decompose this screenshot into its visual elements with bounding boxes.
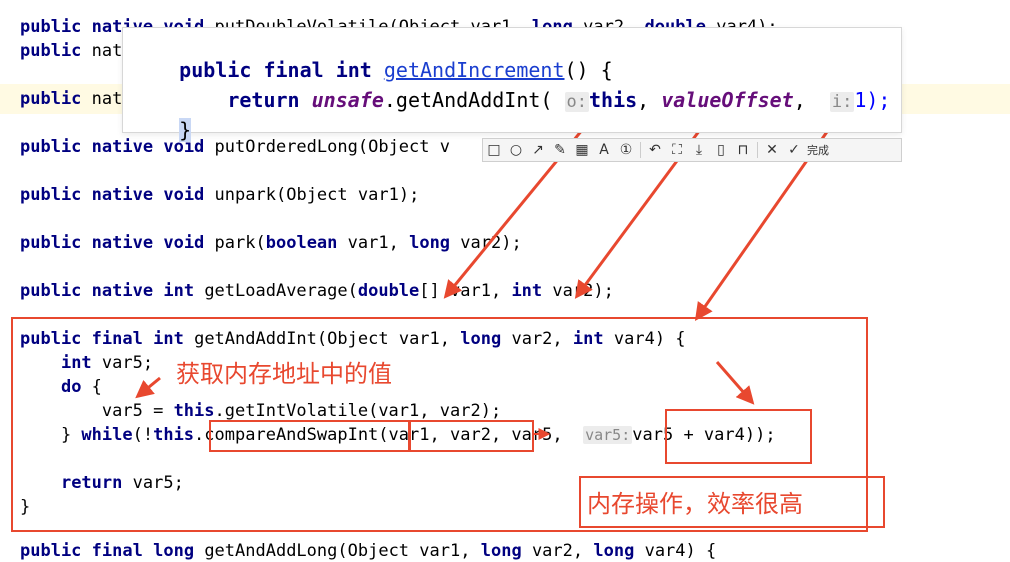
text-icon[interactable]: A bbox=[593, 139, 615, 161]
arrow-var4 bbox=[715, 361, 755, 405]
bookmark-icon[interactable]: ⊓ bbox=[732, 139, 754, 161]
download-icon[interactable]: ⤓ bbox=[688, 139, 710, 161]
toolbar-divider bbox=[757, 142, 758, 158]
pen-icon[interactable]: ✎ bbox=[549, 139, 571, 161]
popup-text: } bbox=[179, 118, 192, 142]
done-button[interactable]: 完成 bbox=[807, 142, 829, 158]
undo-icon[interactable]: ↶ bbox=[644, 139, 666, 161]
popup-line: return unsafe.getAndAddInt( o: this, valu… bbox=[131, 64, 890, 136]
definition-popup[interactable]: public final int getAndIncrement() { ret… bbox=[122, 27, 902, 142]
popup-line: } bbox=[131, 94, 192, 166]
number-icon[interactable]: ① bbox=[615, 139, 637, 161]
popup-text: 1); bbox=[854, 88, 891, 112]
arrow-icon[interactable]: ↗ bbox=[527, 139, 549, 161]
markup-toolbar: □ ○ ↗ ✎ ▦ A ① ↶ ⛶ ⤓ ▯ ⊓ ✕ ✓ 完成 bbox=[482, 138, 902, 162]
close-icon[interactable]: ✕ bbox=[761, 139, 783, 161]
popup-text: return bbox=[179, 88, 312, 112]
parameter-hint: o: bbox=[564, 92, 589, 112]
rectangle-icon[interactable]: □ bbox=[483, 139, 505, 161]
popup-text: , bbox=[793, 88, 830, 112]
arrow-do bbox=[135, 376, 161, 399]
popup-text: , bbox=[637, 88, 662, 112]
crop-icon[interactable]: ⛶ bbox=[666, 139, 688, 161]
circle-icon[interactable]: ○ bbox=[505, 139, 527, 161]
mosaic-icon[interactable]: ▦ bbox=[571, 139, 593, 161]
popup-text: this bbox=[588, 88, 638, 112]
parameter-hint: i: bbox=[829, 92, 855, 112]
popup-text: .getAndAddInt( bbox=[383, 88, 565, 112]
popup-text: unsafe bbox=[311, 88, 384, 112]
toolbar-divider bbox=[640, 142, 641, 158]
popup-text: valueOffset bbox=[661, 88, 794, 112]
pin-icon[interactable]: ▯ bbox=[710, 139, 732, 161]
check-icon[interactable]: ✓ bbox=[783, 139, 805, 161]
